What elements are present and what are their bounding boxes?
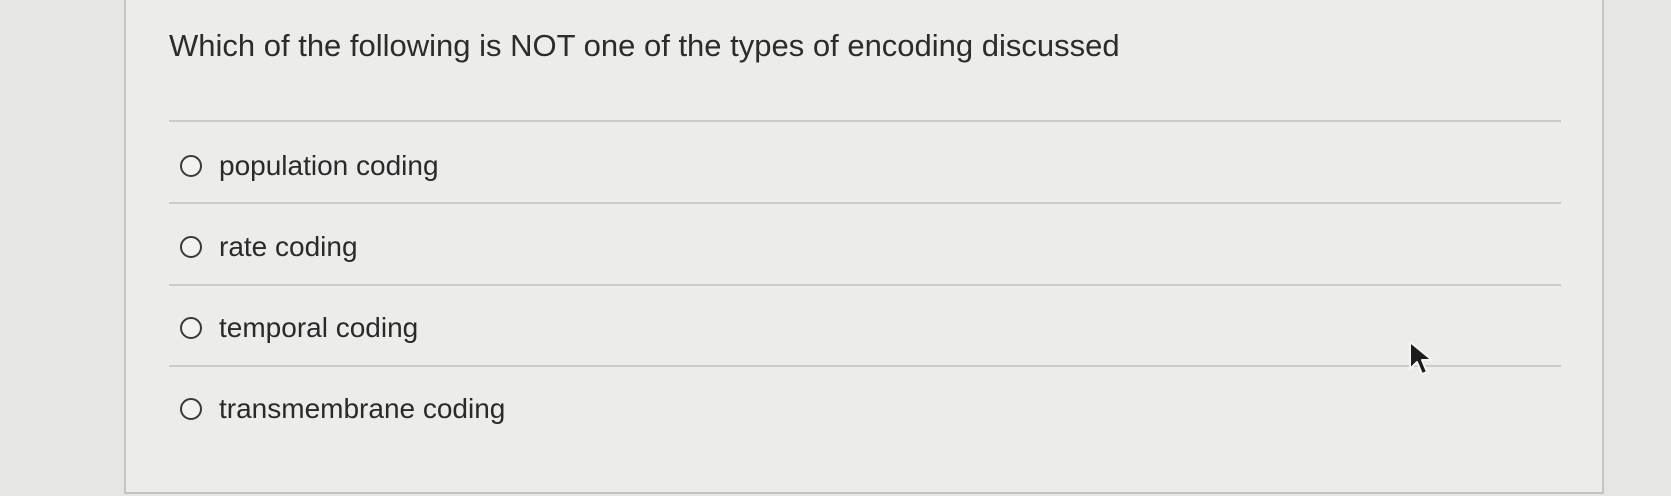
question-card: Which of the following is NOT one of the… bbox=[124, 0, 1604, 494]
radio-button[interactable] bbox=[180, 398, 202, 420]
radio-button[interactable] bbox=[180, 317, 202, 339]
answer-option-rate-coding[interactable]: rate coding bbox=[180, 227, 358, 267]
answer-label: transmembrane coding bbox=[219, 393, 506, 424]
answer-option-population-coding[interactable]: population coding bbox=[180, 146, 439, 186]
divider bbox=[169, 365, 1561, 367]
answer-option-temporal-coding[interactable]: temporal coding bbox=[180, 308, 418, 348]
radio-button[interactable] bbox=[180, 236, 202, 258]
divider bbox=[169, 120, 1561, 122]
radio-button[interactable] bbox=[180, 155, 202, 177]
answer-label: population coding bbox=[219, 150, 439, 181]
answer-label: rate coding bbox=[219, 231, 358, 262]
answer-option-transmembrane-coding[interactable]: transmembrane coding bbox=[180, 389, 505, 429]
divider bbox=[169, 284, 1561, 286]
question-text: Which of the following is NOT one of the… bbox=[169, 28, 1120, 63]
mouse-pointer-icon bbox=[1409, 341, 1433, 375]
divider bbox=[169, 202, 1561, 204]
answer-label: temporal coding bbox=[219, 312, 419, 343]
